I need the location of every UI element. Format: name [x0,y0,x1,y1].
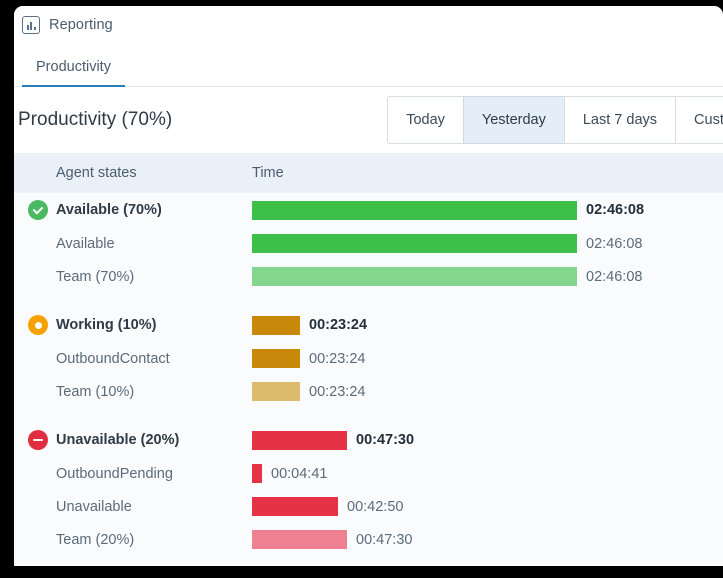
time-bar [252,382,300,401]
time-cell: 00:47:30 [252,530,723,549]
spacer-icon [28,267,48,287]
range-button-last-7-days[interactable]: Last 7 days [563,96,677,144]
time-value: 02:46:08 [586,202,645,218]
state-cell: Team (70%) [14,267,252,287]
table-row[interactable]: OutboundPending 00:04:41 [14,457,723,490]
state-cell: Unavailable [14,497,252,517]
time-value: 00:47:30 [356,432,415,448]
table-row[interactable]: Available (70%) 02:46:08 [14,193,723,227]
state-label: Team (70%) [56,268,135,285]
state-label: Working (10%) [56,317,157,333]
time-cell: 00:23:24 [252,315,723,335]
time-value: 00:23:24 [309,317,368,333]
spacer-icon [28,382,48,402]
group-spacer [14,556,723,566]
state-cell: OutboundPending [14,464,252,484]
page-title: Productivity (70%) [18,109,173,130]
group-spacer [14,408,723,423]
tab-bar: Productivity [14,44,723,87]
state-label: Available (70%) [56,202,162,218]
state-cell: Unavailable (20%) [14,430,252,450]
table-row[interactable]: Team (10%) 00:23:24 [14,375,723,408]
page-header: Productivity (70%) Today Yesterday Last … [14,87,723,153]
productivity-table: Agent states Time Available (70%) 02:46:… [14,153,723,566]
range-button-last-7-days-label: Last 7 days [582,112,658,128]
time-value: 00:42:50 [347,498,404,515]
time-bar [252,200,577,220]
minus-circle-icon [28,430,48,450]
table-row[interactable]: Available 02:46:08 [14,227,723,260]
time-value: 00:23:24 [309,383,366,400]
circle-dot-icon [28,315,48,335]
table-header-row: Agent states Time [14,153,723,193]
column-header-time: Time [252,165,284,181]
time-cell: 00:04:41 [252,464,723,483]
time-bar [252,315,300,335]
state-cell: Team (10%) [14,382,252,402]
table-row[interactable]: OutboundContact 00:23:24 [14,342,723,375]
time-value: 02:46:08 [586,268,643,285]
time-value: 00:23:24 [309,350,366,367]
state-label: OutboundContact [56,350,170,367]
tab-productivity-label: Productivity [36,59,111,75]
range-button-yesterday-label: Yesterday [481,112,546,128]
time-cell: 00:23:24 [252,349,723,368]
tab-productivity[interactable]: Productivity [22,59,125,87]
time-bar [252,349,300,368]
time-bar [252,430,347,450]
range-button-yesterday[interactable]: Yesterday [462,96,565,144]
spacer-icon [28,349,48,369]
range-button-today[interactable]: Today [387,96,464,144]
app-title: Reporting [49,17,113,33]
table-row[interactable]: Team (70%) 02:46:08 [14,260,723,293]
check-circle-icon [28,200,48,220]
range-button-custom[interactable]: Custom [675,96,723,144]
time-value: 00:47:30 [356,531,413,548]
time-cell: 00:42:50 [252,497,723,516]
spacer-icon [28,530,48,550]
time-cell: 02:46:08 [252,234,723,253]
group-spacer [14,293,723,308]
state-label: Unavailable [56,498,132,515]
range-button-today-label: Today [406,112,445,128]
time-bar [252,497,338,516]
time-value: 02:46:08 [586,235,643,252]
time-bar [252,530,347,549]
spacer-icon [28,497,48,517]
state-cell: Working (10%) [14,315,252,335]
table-row[interactable]: Unavailable (20%) 00:47:30 [14,423,723,457]
state-label: Available [56,235,115,252]
screenshot-frame: Reporting Productivity Productivity (70%… [0,0,723,578]
time-bar [252,234,577,253]
date-range-selector: Today Yesterday Last 7 days Custom [387,96,723,144]
time-value: 00:04:41 [271,465,328,482]
state-label: Unavailable (20%) [56,432,180,448]
state-label: Team (10%) [56,383,135,400]
range-button-custom-label: Custom [694,112,723,128]
column-header-agent-states: Agent states [56,165,137,181]
bar-chart-icon [22,16,40,34]
table-row[interactable]: Unavailable 00:42:50 [14,490,723,523]
state-label: Team (20%) [56,531,135,548]
table-row[interactable]: Team (20%) 00:47:30 [14,523,723,556]
time-cell: 02:46:08 [252,200,723,220]
reporting-window: Reporting Productivity Productivity (70%… [14,6,723,566]
state-cell: Team (20%) [14,530,252,550]
state-label: OutboundPending [56,465,173,482]
time-bar [252,267,577,286]
state-cell: Available [14,234,252,254]
time-cell: 00:47:30 [252,430,723,450]
time-bar [252,464,262,483]
time-cell: 00:23:24 [252,382,723,401]
state-cell: OutboundContact [14,349,252,369]
time-cell: 02:46:08 [252,267,723,286]
spacer-icon [28,464,48,484]
table-row[interactable]: Working (10%) 00:23:24 [14,308,723,342]
spacer-icon [28,234,48,254]
state-cell: Available (70%) [14,200,252,220]
window-titlebar: Reporting [14,6,723,44]
